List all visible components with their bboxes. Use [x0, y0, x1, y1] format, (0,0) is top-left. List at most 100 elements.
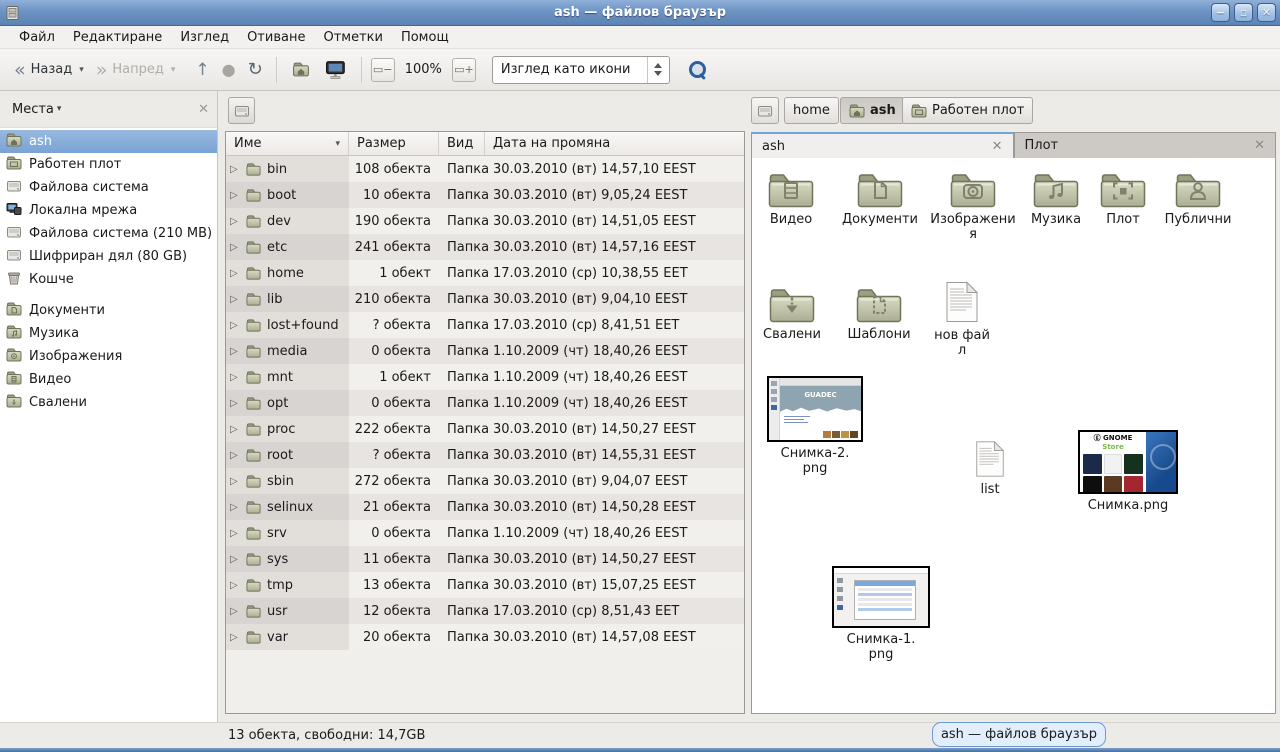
- sidebar-place-item[interactable]: Кошче: [0, 268, 217, 291]
- stop-button[interactable]: ●: [216, 58, 242, 82]
- menu-help[interactable]: Помощ: [392, 28, 458, 47]
- path-home-button[interactable]: home: [784, 97, 839, 124]
- close-button[interactable]: ✕: [1257, 3, 1276, 22]
- row-name-cell[interactable]: ▷ lost+found: [226, 312, 349, 338]
- column-header-date[interactable]: Дата на промяна: [485, 132, 744, 155]
- sidebar-place-item[interactable]: Видео: [0, 368, 217, 391]
- expander-icon[interactable]: ▷: [230, 242, 240, 253]
- table-row[interactable]: ▷ home 1 обект Папка 17.03.2010 (ср) 10,…: [226, 260, 744, 286]
- reload-button[interactable]: ↻: [242, 58, 269, 82]
- table-row[interactable]: ▷ opt 0 обекта Папка 1.10.2009 (чт) 18,4…: [226, 390, 744, 416]
- table-row[interactable]: ▷ lib 210 обекта Папка 30.03.2010 (вт) 9…: [226, 286, 744, 312]
- root-path-button[interactable]: [228, 97, 255, 124]
- file-icon-snimka1[interactable]: Снимка-1.png: [831, 566, 931, 662]
- combo-spinner-icon[interactable]: [647, 57, 669, 83]
- expander-icon[interactable]: ▷: [230, 268, 240, 279]
- sidebar-place-item[interactable]: Музика: [0, 322, 217, 345]
- path-root-button[interactable]: [751, 97, 779, 124]
- row-name-cell[interactable]: ▷ root: [226, 442, 349, 468]
- file-icon-videos[interactable]: Видео: [760, 170, 822, 227]
- menu-bookmarks[interactable]: Отметки: [314, 28, 391, 47]
- file-icon-templates[interactable]: Шаблони: [844, 285, 914, 342]
- file-icon-list[interactable]: list: [960, 440, 1020, 497]
- table-row[interactable]: ▷ sys 11 обекта Папка 30.03.2010 (вт) 14…: [226, 546, 744, 572]
- expander-icon[interactable]: ▷: [230, 450, 240, 461]
- maximize-button[interactable]: ▫: [1234, 3, 1253, 22]
- sidebar-title[interactable]: Места: [12, 102, 54, 117]
- sidebar-place-item[interactable]: Шифриран дял (80 GB): [0, 245, 217, 268]
- table-row[interactable]: ▷ sbin 272 обекта Папка 30.03.2010 (вт) …: [226, 468, 744, 494]
- zoom-in-button[interactable]: ▭+: [452, 58, 476, 82]
- computer-button[interactable]: [318, 56, 354, 84]
- file-icon-public[interactable]: Публични: [1160, 170, 1236, 227]
- expander-icon[interactable]: ▷: [230, 398, 240, 409]
- tab-desktop[interactable]: Плот ✕: [1014, 132, 1277, 159]
- file-icon-downloads[interactable]: Свалени: [760, 285, 824, 342]
- row-name-cell[interactable]: ▷ media: [226, 338, 349, 364]
- sidebar-place-item[interactable]: Свалени: [0, 391, 217, 414]
- row-name-cell[interactable]: ▷ bin: [226, 156, 349, 182]
- expander-icon[interactable]: ▷: [230, 554, 240, 565]
- sidebar-title-dropdown-icon[interactable]: ▾: [57, 104, 62, 114]
- sidebar-place-item[interactable]: Файлова система (210 MB): [0, 222, 217, 245]
- home-button[interactable]: [284, 57, 318, 82]
- file-icon-documents[interactable]: Документи: [834, 170, 926, 227]
- table-row[interactable]: ▷ lost+found ? обекта Папка 17.03.2010 (…: [226, 312, 744, 338]
- row-name-cell[interactable]: ▷ dev: [226, 208, 349, 234]
- expander-icon[interactable]: ▷: [230, 372, 240, 383]
- file-icon-desktop[interactable]: Плот: [1096, 170, 1150, 227]
- tab-close-icon[interactable]: ✕: [992, 139, 1003, 154]
- file-icon-snimka2[interactable]: GUADEC Снимка-2.png: [765, 376, 865, 476]
- sidebar-place-item[interactable]: Локална мрежа: [0, 199, 217, 222]
- row-name-cell[interactable]: ▷ sys: [226, 546, 349, 572]
- row-name-cell[interactable]: ▷ opt: [226, 390, 349, 416]
- minimize-button[interactable]: −: [1211, 3, 1230, 22]
- menu-go[interactable]: Отиване: [238, 28, 314, 47]
- column-header-size[interactable]: Размер: [349, 132, 439, 155]
- expander-icon[interactable]: ▷: [230, 502, 240, 513]
- expander-icon[interactable]: ▷: [230, 216, 240, 227]
- tab-close-icon[interactable]: ✕: [1254, 138, 1265, 153]
- row-name-cell[interactable]: ▷ sbin: [226, 468, 349, 494]
- expander-icon[interactable]: ▷: [230, 528, 240, 539]
- menu-file[interactable]: Файл: [10, 28, 64, 47]
- back-button[interactable]: « Назад ▾: [8, 58, 90, 82]
- menu-edit[interactable]: Редактиране: [64, 28, 171, 47]
- column-header-type[interactable]: Вид: [439, 132, 485, 155]
- column-header-name[interactable]: Име▾: [226, 132, 349, 155]
- table-row[interactable]: ▷ media 0 обекта Папка 1.10.2009 (чт) 18…: [226, 338, 744, 364]
- row-name-cell[interactable]: ▷ etc: [226, 234, 349, 260]
- row-name-cell[interactable]: ▷ tmp: [226, 572, 349, 598]
- icon-view[interactable]: Видео Документи Изображения Музика: [751, 158, 1276, 714]
- path-ash-button[interactable]: ash: [840, 97, 905, 124]
- file-icon-pictures[interactable]: Изображения: [930, 170, 1016, 242]
- file-icon-snimka[interactable]: ⓖ GNOME Store Снимка.png: [1074, 430, 1182, 513]
- sidebar-close-icon[interactable]: ✕: [198, 102, 209, 117]
- expander-icon[interactable]: ▷: [230, 164, 240, 175]
- tab-ash[interactable]: ash ✕: [751, 132, 1014, 159]
- expander-icon[interactable]: ▷: [230, 424, 240, 435]
- expander-icon[interactable]: ▷: [230, 346, 240, 357]
- table-row[interactable]: ▷ selinux 21 обекта Папка 30.03.2010 (вт…: [226, 494, 744, 520]
- sidebar-place-item[interactable]: Работен плот: [0, 153, 217, 176]
- sidebar-place-item[interactable]: Документи: [0, 299, 217, 322]
- forward-button[interactable]: » Напред ▾: [90, 58, 182, 82]
- expander-icon[interactable]: ▷: [230, 476, 240, 487]
- view-mode-combo[interactable]: Изглед като икони: [492, 56, 670, 84]
- path-desktop-button[interactable]: Работен плот: [902, 97, 1033, 124]
- table-row[interactable]: ▷ mnt 1 обект Папка 1.10.2009 (чт) 18,40…: [226, 364, 744, 390]
- table-row[interactable]: ▷ etc 241 обекта Папка 30.03.2010 (вт) 1…: [226, 234, 744, 260]
- search-button[interactable]: [682, 56, 714, 84]
- table-row[interactable]: ▷ proc 222 обекта Папка 30.03.2010 (вт) …: [226, 416, 744, 442]
- zoom-out-button[interactable]: ▭−: [371, 58, 395, 82]
- file-icon-music[interactable]: Музика: [1024, 170, 1088, 227]
- table-row[interactable]: ▷ boot 10 обекта Папка 30.03.2010 (вт) 9…: [226, 182, 744, 208]
- row-name-cell[interactable]: ▷ var: [226, 624, 349, 650]
- row-name-cell[interactable]: ▷ lib: [226, 286, 349, 312]
- table-row[interactable]: ▷ root ? обекта Папка 30.03.2010 (вт) 14…: [226, 442, 744, 468]
- row-name-cell[interactable]: ▷ mnt: [226, 364, 349, 390]
- expander-icon[interactable]: ▷: [230, 190, 240, 201]
- expander-icon[interactable]: ▷: [230, 294, 240, 305]
- row-name-cell[interactable]: ▷ proc: [226, 416, 349, 442]
- menu-view[interactable]: Изглед: [171, 28, 238, 47]
